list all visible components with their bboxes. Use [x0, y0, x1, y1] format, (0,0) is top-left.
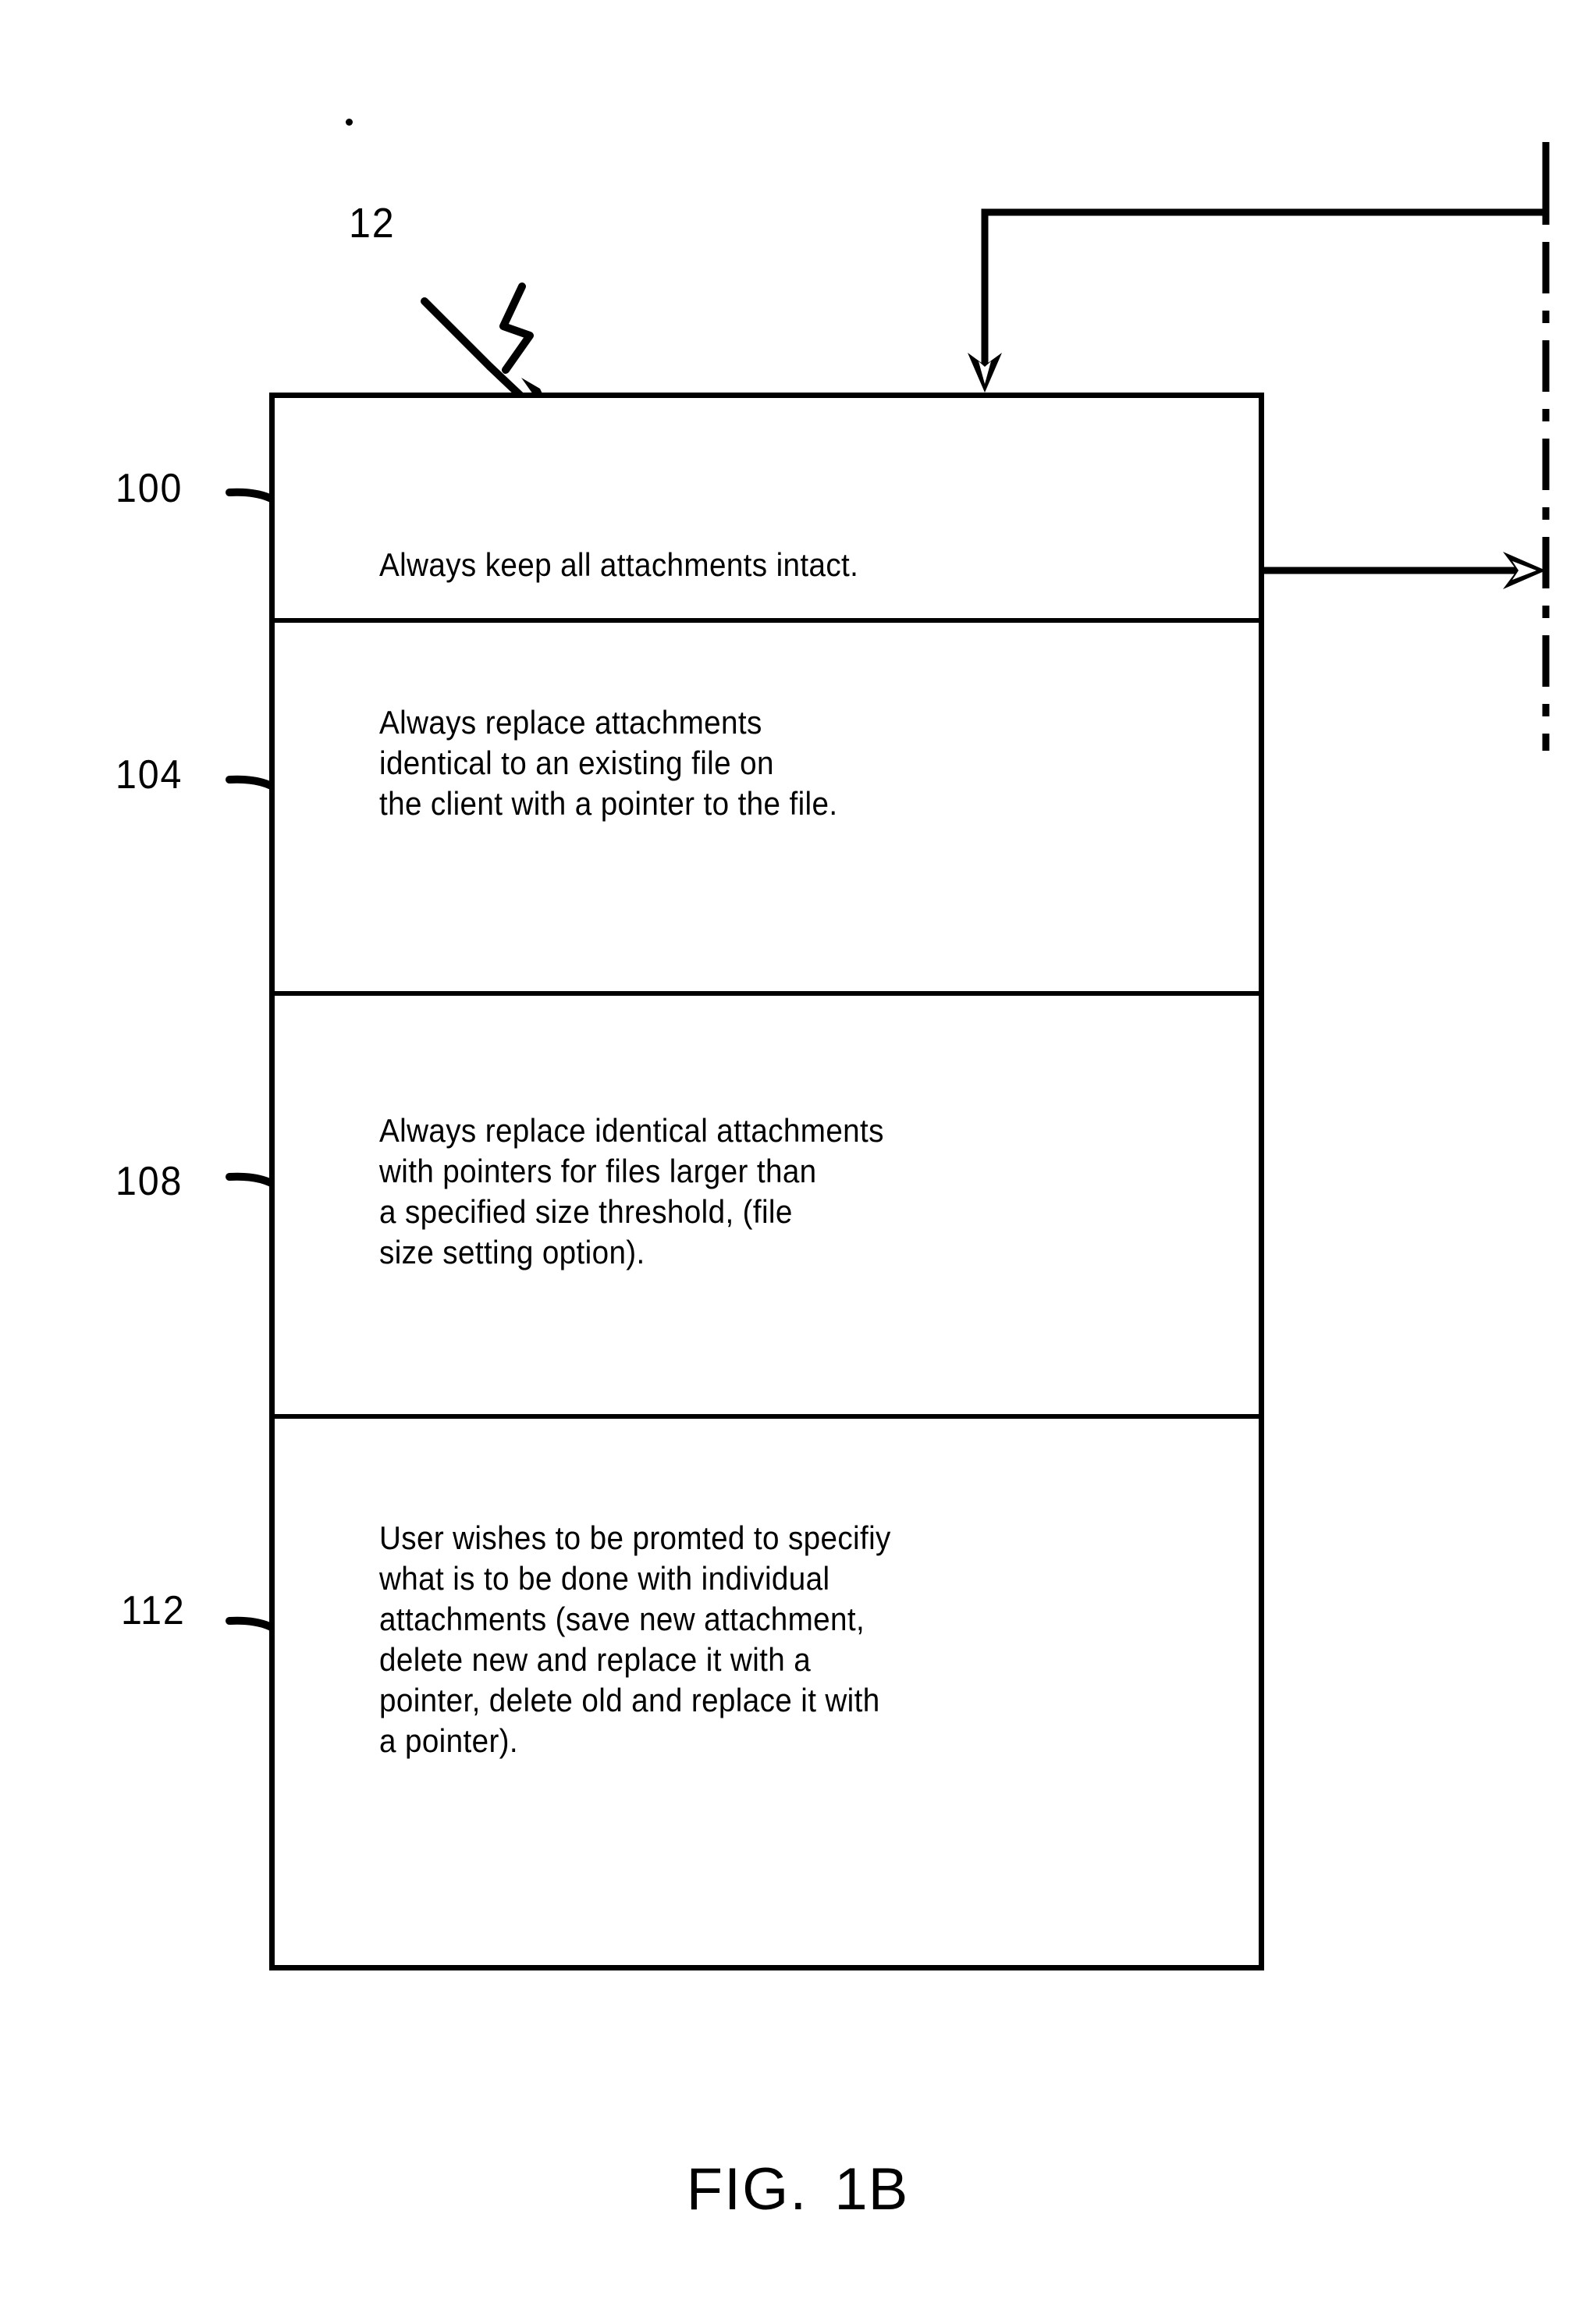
option-row-text: Always replace identical attachments wit…: [379, 1112, 884, 1270]
figure-caption-number: 1B: [834, 2156, 909, 2223]
option-row-prompt-user[interactable]: User wishes to be promted to specifiy wh…: [275, 1416, 1259, 1970]
option-row-text: Always replace attachments identical to …: [379, 704, 838, 822]
inbound-flow-arrow-icon: [968, 208, 1546, 393]
attachment-options-box: Always keep all attachments intact. Alwa…: [269, 393, 1264, 1970]
option-row-replace-over-size-threshold[interactable]: Always replace identical attachments wit…: [274, 993, 1259, 1419]
option-row-replace-identical-with-pointer[interactable]: Always replace attachments identical to …: [274, 620, 1259, 996]
reference-numeral-104: 104: [115, 752, 183, 798]
patent-figure-1b: 12 100 104 108 112 Always keep all attac…: [0, 0, 1595, 2324]
reference-numeral-100: 100: [115, 466, 183, 511]
option-row-keep-intact[interactable]: Always keep all attachments intact.: [274, 398, 1259, 623]
figure-caption: FIG. 1B: [0, 2155, 1595, 2223]
reference-numeral-12: 12: [349, 200, 396, 247]
reference-numeral-108: 108: [115, 1159, 183, 1204]
option-row-text: Always keep all attachments intact.: [379, 546, 859, 583]
scan-artifact-speck: [346, 119, 353, 126]
reference-numeral-112: 112: [121, 1588, 186, 1633]
option-row-text: User wishes to be promted to specifiy wh…: [379, 1519, 891, 1759]
figure-caption-word: FIG.: [686, 2156, 808, 2223]
outbound-flow-arrow-icon: [1264, 552, 1546, 589]
